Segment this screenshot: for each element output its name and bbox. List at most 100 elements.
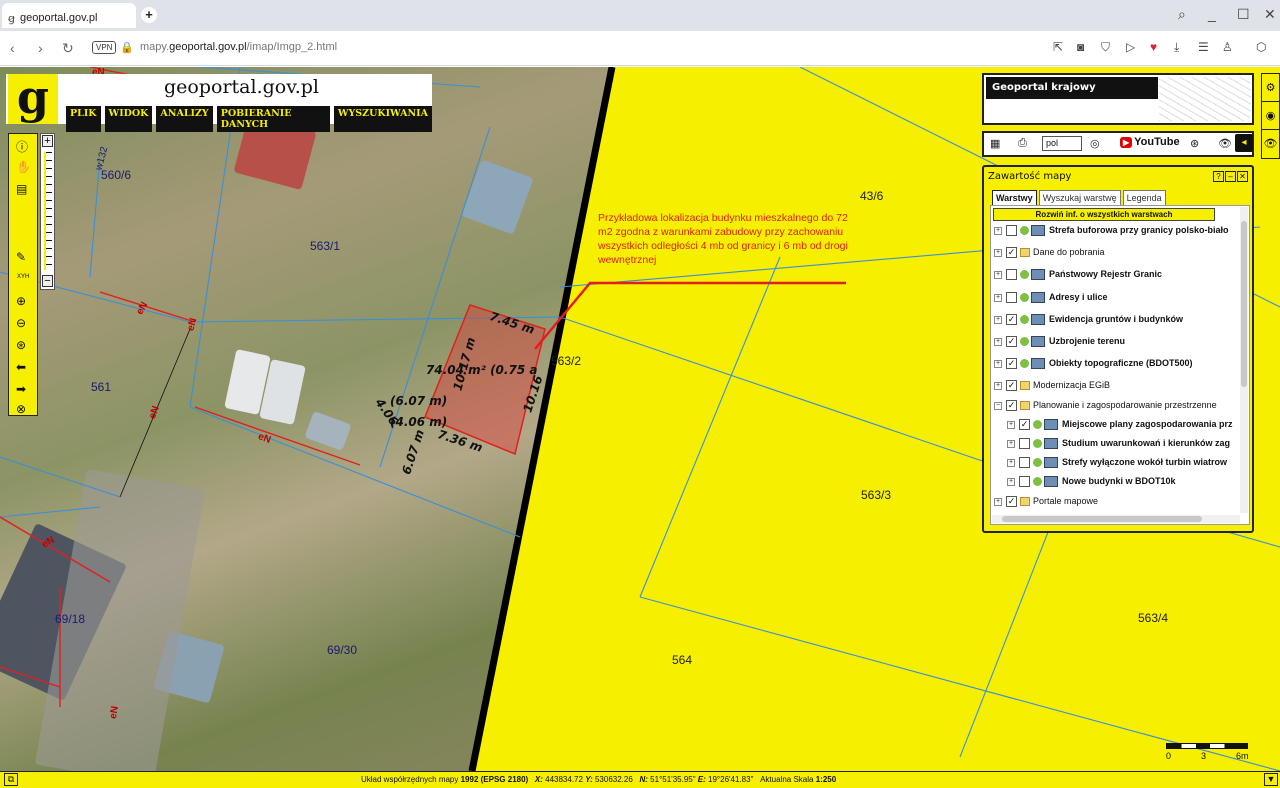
geoportal-krajowy-panel[interactable]: Geoportal krajowy [982, 73, 1254, 125]
layer-checkbox[interactable]: ✓ [1019, 418, 1030, 430]
collapse-arrow-icon[interactable]: ◂ [1235, 134, 1253, 152]
minimize-panel-icon[interactable]: – [1225, 171, 1236, 182]
layer-row[interactable]: + Nowe budynki w BDOT10k [991, 474, 1243, 492]
document-icon[interactable]: ▤ [16, 182, 27, 196]
expand-toggle-icon[interactable]: + [994, 249, 1002, 258]
zoom-slider[interactable]: + − [40, 133, 55, 290]
expand-toggle-icon[interactable]: + [1007, 420, 1015, 429]
maximize-icon[interactable]: ☐ [1237, 6, 1250, 23]
layer-row[interactable]: + Adresy i ulice [991, 290, 1243, 308]
expand-toggle-icon[interactable]: + [994, 293, 1002, 302]
tab-wyszukaj[interactable]: Wyszukaj warstwę [1038, 190, 1121, 206]
vpn-badge[interactable]: VPN [92, 41, 117, 54]
parcel-label[interactable]: 43/6 [860, 189, 883, 203]
menu-pobieranie[interactable]: POBIERANIE DANYCH [216, 106, 330, 132]
profile-icon[interactable]: ♙ [1222, 40, 1233, 54]
zoom-plus-button[interactable]: + [42, 135, 53, 147]
shield-icon[interactable]: ⛉ [1101, 40, 1110, 55]
expand-toggle-icon[interactable]: − [994, 401, 1002, 410]
download-icon[interactable]: ⤓ [1174, 40, 1179, 55]
extension-icon[interactable]: ⬡ [1256, 40, 1266, 54]
layer-row[interactable]: + ✓ Obiekty topograficzne (BDOT500) [991, 356, 1243, 374]
settings-icon[interactable]: ⚙ [1262, 74, 1279, 102]
lock-icon[interactable]: 🔒 [120, 41, 134, 54]
overview-map[interactable] [1159, 77, 1251, 121]
layer-checkbox[interactable]: ✓ [1006, 336, 1017, 347]
expand-all-button[interactable]: Rozwiń inf. o wszystkich warstwach [993, 208, 1215, 221]
info-icon[interactable]: ⓘ [16, 138, 28, 155]
pencil-icon[interactable]: ✎ [16, 250, 26, 264]
layer-checkbox[interactable]: ✓ [1006, 358, 1017, 370]
globe-icon[interactable]: ⊗ [16, 402, 26, 416]
vertical-scrollbar[interactable] [1240, 207, 1248, 513]
layer-checkbox[interactable]: ✓ [1006, 399, 1017, 411]
arrow-right-icon[interactable]: ➡ [16, 382, 26, 396]
tab-warstwy[interactable]: Warstwy [992, 190, 1037, 206]
parcel-label[interactable]: 564 [672, 653, 692, 667]
camera-icon[interactable]: ◙ [1077, 40, 1084, 54]
reload-icon[interactable]: ↻ [62, 40, 74, 57]
printer-icon[interactable]: ⎙ [1018, 137, 1027, 150]
book-icon[interactable]: ▦ [990, 137, 1000, 150]
arrow-left-icon[interactable]: ⬅ [16, 360, 26, 374]
tab-legenda[interactable]: Legenda [1122, 190, 1166, 206]
layer-row[interactable]: + ✓ Miejscowe plany zagospodarowania prz [991, 417, 1243, 435]
back-icon[interactable]: ‹ [10, 40, 15, 56]
eye-small-icon[interactable]: ◉ [1262, 102, 1279, 130]
layer-row[interactable]: + ✓ Ewidencja gruntów i budynków [991, 312, 1243, 330]
eye-icon[interactable]: 👁 [1218, 137, 1232, 150]
help-icon[interactable]: ? [1213, 171, 1224, 182]
horizontal-scrollbar[interactable] [992, 515, 1240, 523]
zoom-extent-icon[interactable]: ⊛ [16, 338, 26, 352]
layer-row[interactable]: − ✓ Planowanie i zagospodarowanie przestrz… [991, 398, 1243, 416]
language-select[interactable]: pol [1042, 136, 1082, 151]
expand-toggle-icon[interactable]: + [994, 271, 1002, 280]
layer-checkbox[interactable] [1006, 291, 1017, 303]
zoom-out-icon[interactable]: ⊖ [16, 316, 26, 330]
menu-widok[interactable]: WIDOK [104, 106, 153, 132]
parcel-label[interactable]: 561 [91, 380, 111, 394]
parcel-label[interactable]: 563/4 [1138, 611, 1168, 625]
layer-row[interactable]: + Strefy wyłączone wokół turbin wiatrow [991, 455, 1243, 473]
parcel-label[interactable]: 560/6 [101, 168, 131, 182]
zoom-ruler[interactable] [44, 152, 52, 270]
close-panel-icon[interactable]: ✕ [1237, 171, 1248, 182]
parcel-label[interactable]: 563/3 [861, 488, 891, 502]
zoom-in-icon[interactable]: ⊕ [16, 294, 26, 308]
geoportal-logo[interactable]: g [8, 74, 58, 124]
expand-toggle-icon[interactable]: + [994, 338, 1002, 346]
zoom-minus-button[interactable]: − [42, 275, 53, 287]
layer-checkbox[interactable] [1019, 457, 1030, 469]
share-icon[interactable]: ⇱ [1053, 40, 1063, 54]
expand-toggle-icon[interactable]: + [994, 497, 1002, 506]
play-icon[interactable]: ▷ [1126, 40, 1135, 54]
scroll-thumb[interactable] [1002, 516, 1202, 522]
hand-icon[interactable]: ✋ [16, 160, 31, 174]
layer-checkbox[interactable] [1019, 476, 1030, 488]
eye-large-icon[interactable]: 👁 [1262, 130, 1279, 158]
expand-toggle-icon[interactable]: + [994, 360, 1002, 369]
target-icon[interactable]: ◎ [1090, 137, 1100, 150]
expand-down-icon[interactable]: ▼ [1264, 773, 1278, 786]
layer-row[interactable]: + ✓ Dane do pobrania [991, 245, 1243, 263]
layer-row[interactable]: + ✓ Portale mapowe [991, 494, 1243, 512]
search-icon[interactable]: ⌕ [1178, 6, 1186, 23]
layer-row[interactable]: + Studium uwarunkowań i kierunków zag [991, 436, 1243, 454]
expand-toggle-icon[interactable]: + [994, 382, 1002, 391]
parcel-label[interactable]: 563/1 [310, 239, 340, 253]
layer-row[interactable]: + ✓ Uzbrojenie terenu [991, 334, 1243, 352]
accessibility-icon[interactable]: ⊛ [1190, 137, 1199, 150]
layer-checkbox[interactable]: ✓ [1006, 247, 1017, 259]
scroll-thumb[interactable] [1241, 221, 1247, 387]
menu-analizy[interactable]: ANALIZY [156, 106, 213, 132]
window-toggle-icon[interactable]: ⧉ [4, 773, 18, 786]
menu-plik[interactable]: PLIK [66, 106, 101, 132]
url-field[interactable]: mapy.geoportal.gov.pl/imap/Imgp_2.html [140, 41, 337, 53]
parcel-label[interactable]: 563/2 [551, 354, 581, 368]
layer-checkbox[interactable]: ✓ [1006, 380, 1017, 392]
parcel-label[interactable]: 69/18 [55, 612, 85, 626]
layer-checkbox[interactable]: ✓ [1006, 313, 1017, 325]
layer-checkbox[interactable] [1019, 438, 1030, 449]
expand-toggle-icon[interactable]: + [994, 227, 1002, 235]
youtube-link[interactable]: ▶ YouTube [1120, 136, 1180, 148]
